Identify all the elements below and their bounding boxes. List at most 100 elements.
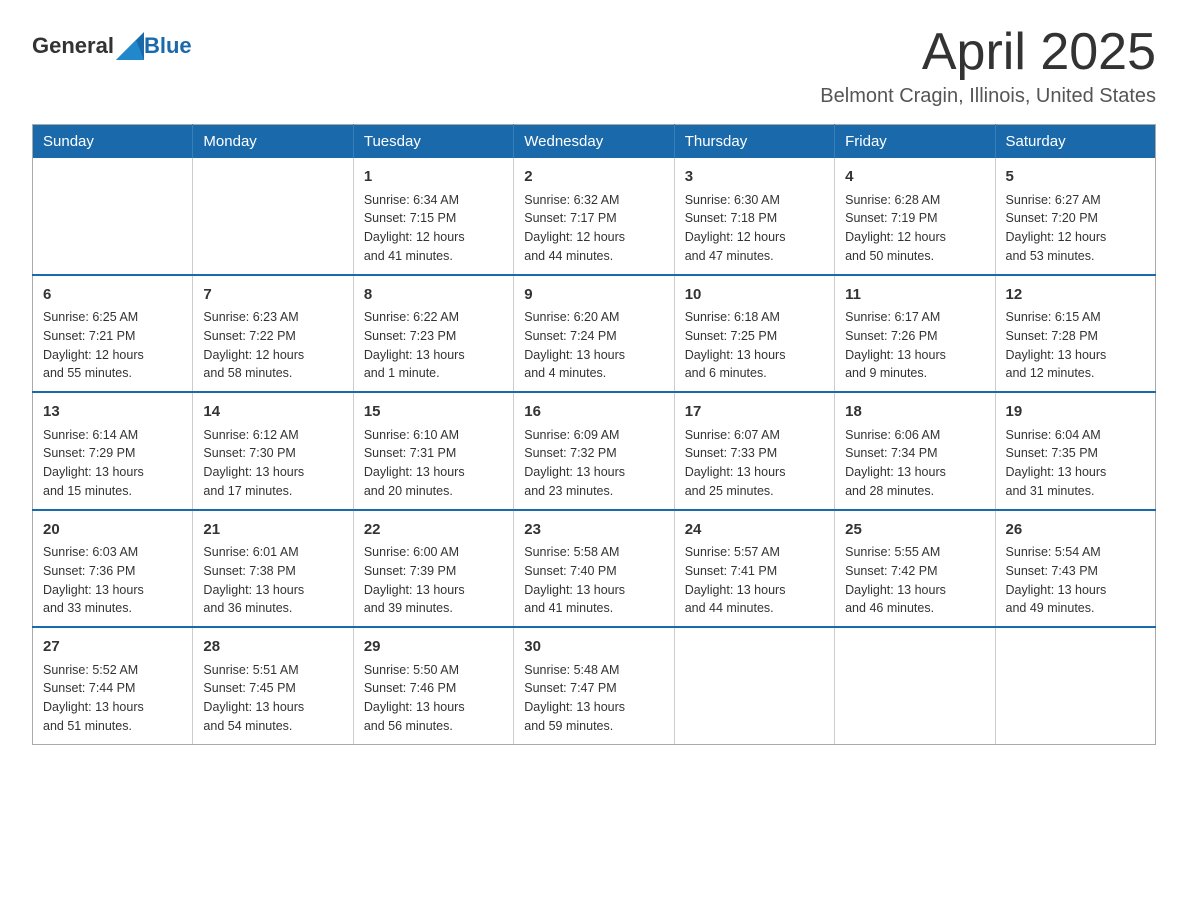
title-block: April 2025 Belmont Cragin, Illinois, Uni… (820, 24, 1156, 108)
calendar-cell (674, 627, 834, 744)
day-info: Sunrise: 5:50 AM Sunset: 7:46 PM Dayligh… (364, 661, 503, 736)
day-info: Sunrise: 5:51 AM Sunset: 7:45 PM Dayligh… (203, 661, 342, 736)
day-number: 4 (845, 166, 984, 189)
calendar-cell: 4Sunrise: 6:28 AM Sunset: 7:19 PM Daylig… (835, 158, 995, 275)
day-number: 1 (364, 166, 503, 189)
day-number: 11 (845, 284, 984, 307)
day-info: Sunrise: 6:17 AM Sunset: 7:26 PM Dayligh… (845, 308, 984, 383)
day-number: 26 (1006, 519, 1145, 542)
calendar-cell: 17Sunrise: 6:07 AM Sunset: 7:33 PM Dayli… (674, 392, 834, 510)
day-number: 8 (364, 284, 503, 307)
day-number: 20 (43, 519, 182, 542)
day-info: Sunrise: 6:06 AM Sunset: 7:34 PM Dayligh… (845, 426, 984, 501)
day-info: Sunrise: 5:58 AM Sunset: 7:40 PM Dayligh… (524, 543, 663, 618)
day-info: Sunrise: 6:20 AM Sunset: 7:24 PM Dayligh… (524, 308, 663, 383)
week-row-5: 27Sunrise: 5:52 AM Sunset: 7:44 PM Dayli… (33, 627, 1156, 744)
calendar-cell: 27Sunrise: 5:52 AM Sunset: 7:44 PM Dayli… (33, 627, 193, 744)
weekday-header-friday: Friday (835, 125, 995, 159)
day-number: 24 (685, 519, 824, 542)
day-number: 21 (203, 519, 342, 542)
location-title: Belmont Cragin, Illinois, United States (820, 85, 1156, 108)
day-info: Sunrise: 6:34 AM Sunset: 7:15 PM Dayligh… (364, 191, 503, 266)
day-info: Sunrise: 6:25 AM Sunset: 7:21 PM Dayligh… (43, 308, 182, 383)
day-info: Sunrise: 6:18 AM Sunset: 7:25 PM Dayligh… (685, 308, 824, 383)
day-number: 7 (203, 284, 342, 307)
calendar-cell (835, 627, 995, 744)
day-number: 18 (845, 401, 984, 424)
weekday-header-saturday: Saturday (995, 125, 1155, 159)
day-number: 12 (1006, 284, 1145, 307)
day-info: Sunrise: 6:14 AM Sunset: 7:29 PM Dayligh… (43, 426, 182, 501)
calendar-cell: 11Sunrise: 6:17 AM Sunset: 7:26 PM Dayli… (835, 275, 995, 393)
calendar-cell: 2Sunrise: 6:32 AM Sunset: 7:17 PM Daylig… (514, 158, 674, 275)
calendar-cell: 24Sunrise: 5:57 AM Sunset: 7:41 PM Dayli… (674, 510, 834, 628)
calendar-cell: 5Sunrise: 6:27 AM Sunset: 7:20 PM Daylig… (995, 158, 1155, 275)
calendar-cell (995, 627, 1155, 744)
day-number: 22 (364, 519, 503, 542)
day-info: Sunrise: 6:09 AM Sunset: 7:32 PM Dayligh… (524, 426, 663, 501)
day-number: 14 (203, 401, 342, 424)
day-info: Sunrise: 6:10 AM Sunset: 7:31 PM Dayligh… (364, 426, 503, 501)
calendar-cell: 19Sunrise: 6:04 AM Sunset: 7:35 PM Dayli… (995, 392, 1155, 510)
calendar-cell: 13Sunrise: 6:14 AM Sunset: 7:29 PM Dayli… (33, 392, 193, 510)
day-info: Sunrise: 5:55 AM Sunset: 7:42 PM Dayligh… (845, 543, 984, 618)
week-row-2: 6Sunrise: 6:25 AM Sunset: 7:21 PM Daylig… (33, 275, 1156, 393)
day-info: Sunrise: 5:48 AM Sunset: 7:47 PM Dayligh… (524, 661, 663, 736)
day-number: 10 (685, 284, 824, 307)
calendar-cell: 20Sunrise: 6:03 AM Sunset: 7:36 PM Dayli… (33, 510, 193, 628)
day-number: 23 (524, 519, 663, 542)
week-row-3: 13Sunrise: 6:14 AM Sunset: 7:29 PM Dayli… (33, 392, 1156, 510)
day-number: 17 (685, 401, 824, 424)
logo: General Blue (32, 32, 192, 60)
day-number: 5 (1006, 166, 1145, 189)
day-number: 13 (43, 401, 182, 424)
weekday-header-wednesday: Wednesday (514, 125, 674, 159)
day-number: 6 (43, 284, 182, 307)
calendar-cell: 25Sunrise: 5:55 AM Sunset: 7:42 PM Dayli… (835, 510, 995, 628)
day-number: 16 (524, 401, 663, 424)
weekday-header-sunday: Sunday (33, 125, 193, 159)
day-info: Sunrise: 5:52 AM Sunset: 7:44 PM Dayligh… (43, 661, 182, 736)
logo-blue-text: Blue (144, 33, 192, 59)
day-info: Sunrise: 6:28 AM Sunset: 7:19 PM Dayligh… (845, 191, 984, 266)
calendar-cell: 15Sunrise: 6:10 AM Sunset: 7:31 PM Dayli… (353, 392, 513, 510)
calendar-cell: 30Sunrise: 5:48 AM Sunset: 7:47 PM Dayli… (514, 627, 674, 744)
calendar-cell (193, 158, 353, 275)
calendar-cell: 23Sunrise: 5:58 AM Sunset: 7:40 PM Dayli… (514, 510, 674, 628)
day-number: 3 (685, 166, 824, 189)
day-info: Sunrise: 6:32 AM Sunset: 7:17 PM Dayligh… (524, 191, 663, 266)
calendar-cell: 8Sunrise: 6:22 AM Sunset: 7:23 PM Daylig… (353, 275, 513, 393)
day-info: Sunrise: 5:57 AM Sunset: 7:41 PM Dayligh… (685, 543, 824, 618)
weekday-header-monday: Monday (193, 125, 353, 159)
day-number: 15 (364, 401, 503, 424)
day-number: 9 (524, 284, 663, 307)
calendar-cell: 26Sunrise: 5:54 AM Sunset: 7:43 PM Dayli… (995, 510, 1155, 628)
day-number: 28 (203, 636, 342, 659)
day-info: Sunrise: 6:22 AM Sunset: 7:23 PM Dayligh… (364, 308, 503, 383)
logo-general-text: General (32, 33, 114, 59)
weekday-header-tuesday: Tuesday (353, 125, 513, 159)
day-number: 2 (524, 166, 663, 189)
day-info: Sunrise: 6:15 AM Sunset: 7:28 PM Dayligh… (1006, 308, 1145, 383)
day-number: 29 (364, 636, 503, 659)
weekday-header-row: SundayMondayTuesdayWednesdayThursdayFrid… (33, 125, 1156, 159)
calendar-cell: 16Sunrise: 6:09 AM Sunset: 7:32 PM Dayli… (514, 392, 674, 510)
calendar-cell: 29Sunrise: 5:50 AM Sunset: 7:46 PM Dayli… (353, 627, 513, 744)
calendar-cell: 12Sunrise: 6:15 AM Sunset: 7:28 PM Dayli… (995, 275, 1155, 393)
day-number: 19 (1006, 401, 1145, 424)
day-info: Sunrise: 6:07 AM Sunset: 7:33 PM Dayligh… (685, 426, 824, 501)
month-title: April 2025 (820, 24, 1156, 81)
calendar-cell: 21Sunrise: 6:01 AM Sunset: 7:38 PM Dayli… (193, 510, 353, 628)
week-row-4: 20Sunrise: 6:03 AM Sunset: 7:36 PM Dayli… (33, 510, 1156, 628)
day-info: Sunrise: 6:03 AM Sunset: 7:36 PM Dayligh… (43, 543, 182, 618)
calendar-cell: 28Sunrise: 5:51 AM Sunset: 7:45 PM Dayli… (193, 627, 353, 744)
day-info: Sunrise: 6:04 AM Sunset: 7:35 PM Dayligh… (1006, 426, 1145, 501)
day-number: 27 (43, 636, 182, 659)
day-info: Sunrise: 6:01 AM Sunset: 7:38 PM Dayligh… (203, 543, 342, 618)
calendar-cell (33, 158, 193, 275)
calendar-cell: 22Sunrise: 6:00 AM Sunset: 7:39 PM Dayli… (353, 510, 513, 628)
calendar-cell: 9Sunrise: 6:20 AM Sunset: 7:24 PM Daylig… (514, 275, 674, 393)
day-info: Sunrise: 6:27 AM Sunset: 7:20 PM Dayligh… (1006, 191, 1145, 266)
calendar-cell: 7Sunrise: 6:23 AM Sunset: 7:22 PM Daylig… (193, 275, 353, 393)
logo-icon (116, 32, 144, 60)
